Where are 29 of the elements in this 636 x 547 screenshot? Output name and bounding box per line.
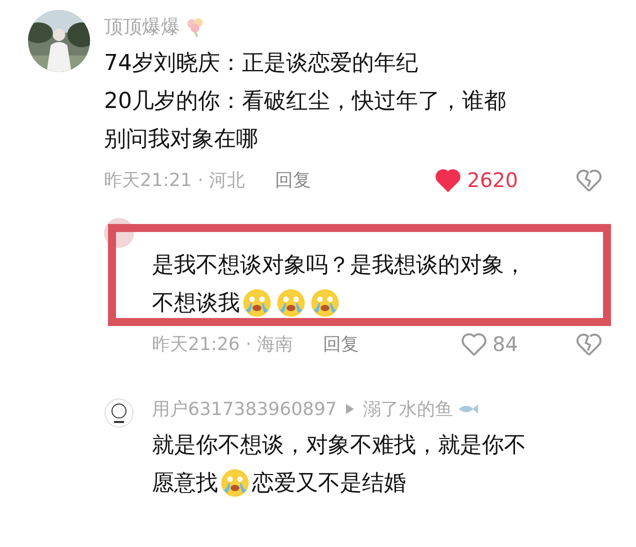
comment-text: 就是你不想谈，对象不难找，就是你不 bbox=[152, 432, 526, 460]
username[interactable]: 顶顶爆爆 bbox=[104, 14, 180, 40]
crying-face-icon bbox=[220, 468, 250, 498]
comment-text: 愿意找 bbox=[152, 470, 218, 498]
heart-icon[interactable] bbox=[460, 332, 487, 356]
broken-heart-icon[interactable] bbox=[576, 332, 602, 356]
comment-text: 20几岁的你：看破红尘，快过年了，谁都 bbox=[104, 88, 506, 116]
crying-face-icon bbox=[310, 288, 340, 318]
reply-link[interactable]: 回复 bbox=[323, 332, 360, 356]
crying-face-icon bbox=[276, 288, 306, 318]
comment-text: 不想谈我 bbox=[152, 290, 240, 318]
reply-link[interactable]: 回复 bbox=[275, 168, 312, 192]
timestamp-location: 昨天21:26 · 海南 bbox=[152, 333, 294, 356]
like-count: 2620 bbox=[467, 168, 518, 192]
reply-to-username[interactable]: 溺了水的鱼 bbox=[362, 397, 453, 421]
comment-text: 74岁刘晓庆：正是谈恋爱的年纪 bbox=[104, 50, 418, 78]
avatar-icon bbox=[104, 218, 134, 248]
avatar-icon bbox=[104, 398, 134, 428]
username[interactable]: 用户6317383960897 bbox=[152, 397, 337, 421]
comment-text: 恋爱又不是结婚 bbox=[252, 470, 406, 498]
fish-icon bbox=[456, 402, 479, 416]
timestamp-location: 昨天21:21 · 河北 bbox=[104, 169, 246, 192]
crying-face-icon bbox=[242, 288, 272, 318]
heart-icon[interactable] bbox=[435, 168, 462, 192]
comment-text: 是我不想谈对象吗？是我想谈的对象， bbox=[152, 252, 526, 280]
broken-heart-icon[interactable] bbox=[576, 168, 602, 192]
play-icon bbox=[344, 403, 355, 415]
like-count: 84 bbox=[492, 332, 518, 356]
comment-text: 别问我对象在哪 bbox=[104, 126, 258, 154]
